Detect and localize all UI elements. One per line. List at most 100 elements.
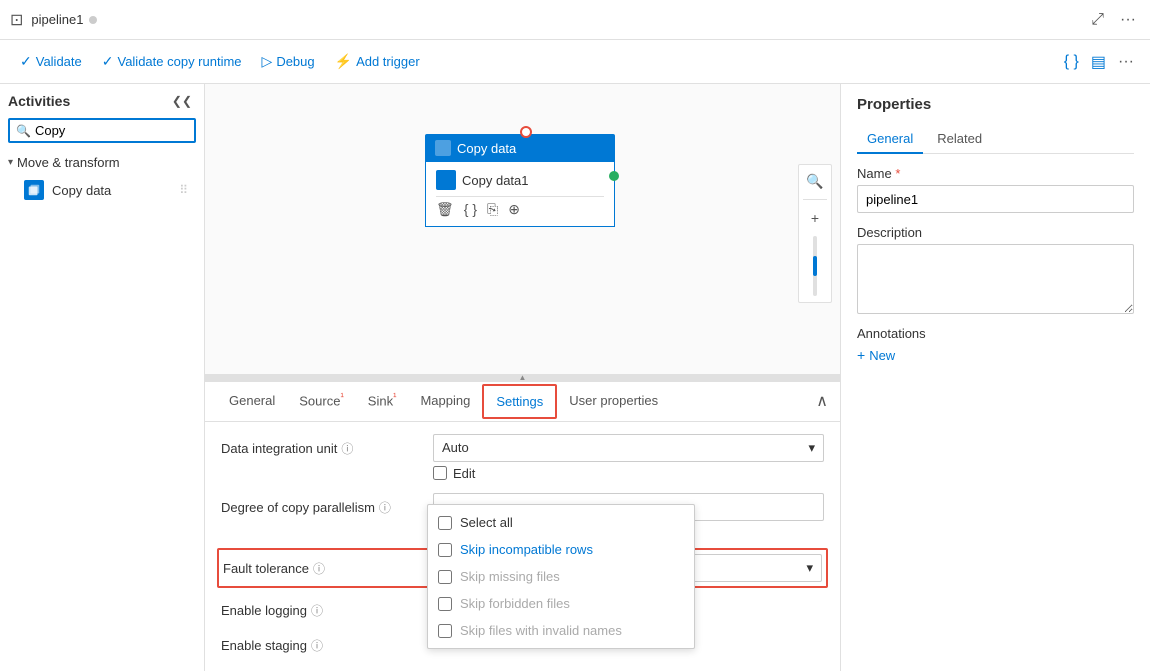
props-tab-general[interactable]: General — [857, 125, 923, 154]
plus-icon: + — [857, 347, 865, 363]
option-skip-missing[interactable]: Skip missing files — [428, 563, 694, 590]
info-icon-ft[interactable]: ⓘ — [313, 560, 325, 577]
validate-copy-button[interactable]: ✓ Validate copy runtime — [94, 49, 250, 74]
add-trigger-button[interactable]: ⚡ Add trigger — [327, 49, 428, 74]
data-integration-label: Data integration unit ⓘ — [221, 434, 421, 457]
copy-parallelism-label-text: Degree of copy parallelism — [221, 500, 375, 515]
info-icon-es[interactable]: ⓘ — [311, 637, 323, 654]
canvas[interactable]: Copy data Copy data1 🗑 { } ⎘ ⊕ — [205, 84, 840, 374]
copy-parallelism-label: Degree of copy parallelism ⓘ — [221, 493, 421, 516]
add-icon[interactable]: ⊕ — [508, 201, 520, 218]
search-icon: 🔍 — [16, 124, 31, 138]
node-top-connector — [520, 126, 532, 138]
search-canvas-button[interactable]: 🔍 — [803, 169, 827, 193]
node-item-icon — [436, 170, 456, 190]
enable-staging-label-text: Enable staging — [221, 638, 307, 653]
info-icon-diu[interactable]: ⓘ — [341, 440, 353, 457]
zoom-in-button[interactable]: + — [803, 206, 827, 230]
diu-value: Auto — [442, 440, 469, 455]
name-input[interactable] — [857, 185, 1134, 213]
chevron-icon: ▾ — [8, 157, 13, 168]
code-button[interactable]: { } — [1060, 51, 1083, 73]
tab-mapping[interactable]: Mapping — [408, 385, 482, 418]
select-all-checkbox[interactable] — [438, 516, 452, 530]
description-label: Description — [857, 225, 1134, 240]
tab-sink[interactable]: Sink¹ — [356, 384, 409, 418]
node-header[interactable]: Copy data — [425, 134, 615, 162]
diu-edit-checkbox[interactable] — [433, 466, 447, 480]
delete-icon[interactable]: 🗑 — [436, 201, 454, 218]
fault-tolerance-label-text: Fault tolerance — [223, 561, 309, 576]
tab-user-properties-label: User properties — [569, 393, 658, 408]
panel-collapse-handle[interactable]: ▲ — [205, 374, 840, 382]
canvas-toolbar: 🔍 + — [798, 164, 832, 303]
search-box: 🔍 — [8, 118, 196, 143]
copy-data-icon — [24, 180, 44, 200]
data-integration-label-text: Data integration unit — [221, 441, 337, 456]
description-textarea[interactable] — [857, 244, 1134, 314]
activity-label: Copy data — [52, 183, 111, 198]
panel-toggle-button[interactable]: ∧ — [816, 391, 828, 411]
source-badge: ¹ — [340, 392, 343, 403]
copy-icon[interactable]: ⎘ — [487, 201, 498, 218]
top-bar-actions: ⤢ ··· — [1087, 9, 1140, 31]
canvas-container: Copy data Copy data1 🗑 { } ⎘ ⊕ — [205, 84, 840, 671]
info-icon-dcp[interactable]: ⓘ — [379, 499, 391, 516]
category-move-transform[interactable]: ▾ Move & transform — [8, 151, 196, 174]
description-field: Description — [857, 225, 1134, 314]
option-select-all[interactable]: Select all — [428, 509, 694, 536]
diu-edit-row: Edit — [433, 466, 824, 481]
copy-data-node: Copy data Copy data1 🗑 { } ⎘ ⊕ — [425, 134, 615, 227]
toolbar-right: { } ▤ ··· — [1060, 50, 1138, 74]
more-actions-button[interactable]: ··· — [1114, 51, 1138, 73]
node-header-label: Copy data — [457, 141, 516, 156]
tab-general[interactable]: General — [217, 385, 287, 418]
chevron-down-icon-ft: ▾ — [806, 560, 813, 576]
sink-badge: ¹ — [393, 392, 396, 403]
node-header-icon — [435, 140, 451, 156]
validate-button[interactable]: ✓ Validate — [12, 49, 90, 74]
drag-handle: ⠿ — [179, 183, 188, 197]
more-button[interactable]: ··· — [1116, 9, 1140, 31]
debug-label: Debug — [276, 54, 314, 69]
sidebar-title: Activities — [8, 93, 70, 109]
skip-forbidden-label: Skip forbidden files — [460, 596, 570, 611]
add-annotation-button[interactable]: + New — [857, 347, 1134, 363]
option-skip-invalid-names[interactable]: Skip files with invalid names — [428, 617, 694, 644]
enable-logging-label-text: Enable logging — [221, 603, 307, 618]
option-skip-forbidden[interactable]: Skip forbidden files — [428, 590, 694, 617]
tab-source-label: Source — [299, 394, 340, 409]
node-item-label: Copy data1 — [462, 173, 529, 188]
props-tab-related[interactable]: Related — [927, 125, 992, 154]
skip-invalid-names-label: Skip files with invalid names — [460, 623, 622, 638]
expand-button[interactable]: ⤢ — [1087, 9, 1108, 31]
data-integration-unit-row: Data integration unit ⓘ Auto ▾ Edit — [221, 434, 824, 481]
data-integration-select[interactable]: Auto ▾ — [433, 434, 824, 462]
debug-button[interactable]: ▷ Debug — [254, 49, 323, 74]
node-body: Copy data1 🗑 { } ⎘ ⊕ — [425, 162, 615, 227]
option-skip-incompatible[interactable]: Skip incompatible rows — [428, 536, 694, 563]
tab-settings[interactable]: Settings — [482, 384, 557, 419]
sidebar-collapse-button[interactable]: ❮❮ — [168, 92, 196, 110]
code-icon[interactable]: { } — [464, 201, 477, 218]
skip-missing-checkbox[interactable] — [438, 570, 452, 584]
tab-user-properties[interactable]: User properties — [557, 385, 670, 418]
info-icon-el[interactable]: ⓘ — [311, 602, 323, 619]
skip-invalid-names-checkbox[interactable] — [438, 624, 452, 638]
monitor-button[interactable]: ▤ — [1087, 50, 1110, 74]
skip-incompatible-label: Skip incompatible rows — [460, 542, 593, 557]
title-text: pipeline1 — [31, 12, 83, 27]
skip-incompatible-checkbox[interactable] — [438, 543, 452, 557]
tab-source[interactable]: Source¹ — [287, 384, 356, 418]
search-input[interactable] — [35, 123, 188, 138]
activity-copy-data[interactable]: Copy data ⠿ — [16, 174, 196, 206]
name-required-indicator: * — [895, 166, 900, 181]
properties-panel: Properties General Related Name * Descri… — [840, 84, 1150, 671]
name-field: Name * — [857, 166, 1134, 213]
main-content: Activities ❮❮ 🔍 ▾ Move & transform Copy … — [0, 84, 1150, 671]
props-tab-related-label: Related — [937, 131, 982, 146]
category-label: Move & transform — [17, 155, 120, 170]
skip-forbidden-checkbox[interactable] — [438, 597, 452, 611]
diu-edit-label: Edit — [453, 466, 475, 481]
add-trigger-label: Add trigger — [356, 54, 420, 69]
